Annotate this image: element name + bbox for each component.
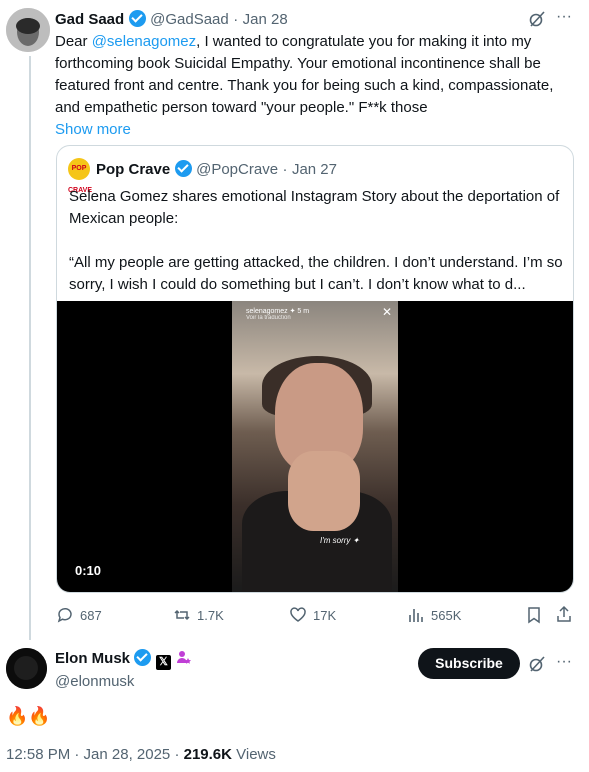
footer-views-label: Views [231,746,276,763]
quote-date[interactable]: Jan 27 [292,161,337,178]
reply-icon [57,607,72,623]
footer-views-count: 219.6K [183,746,232,763]
share-icon[interactable] [555,605,573,628]
tweet-footer: 12:58 PM · Jan 28, 2025 · 219.6K Views [6,746,276,763]
footer-time[interactable]: 12:58 PM · Jan 28, 2025 · [6,746,184,763]
views-icon [409,609,423,622]
story-frame: selenagomez ✦ 5 m Voir la traduction ✕ I… [232,301,398,592]
video-timestamp: 0:10 [75,563,102,578]
story-sub-text: Voir la traduction [246,315,291,321]
author-handle[interactable]: @GadSaad [150,11,229,28]
like-icon [290,607,306,622]
more-icon[interactable]: ··· [556,653,572,671]
tweet-header: Gad Saad @GadSaad · Jan 28 [55,10,288,29]
repost-count: 1.7K [197,607,224,623]
verified-badge-icon [174,160,192,177]
gadsaad-avatar[interactable] [6,8,50,52]
hands-shape [288,451,360,531]
bookmark-icon[interactable] [526,606,542,629]
quote-text: Selena Gomez shares emotional Instagram … [69,186,564,296]
government-badge-icon [175,649,192,670]
elonmusk-avatar[interactable] [6,648,47,689]
reply-button[interactable]: 687 [56,606,102,624]
quote-header: Pop Crave @PopCrave · Jan 27 [96,160,337,179]
reply-handle[interactable]: @elonmusk [55,673,191,690]
story-user-text: selenagomez ✦ 5 m [246,308,310,315]
tweet-date[interactable]: Jan 28 [243,11,288,28]
separator: · [233,11,239,28]
popcrave-avatar[interactable]: POP CRAVE [68,158,92,194]
video-player[interactable]: selenagomez ✦ 5 m Voir la traduction ✕ I… [57,301,573,592]
reply-count: 687 [80,607,102,623]
views-button[interactable]: 565K [407,606,461,624]
author-name[interactable]: Gad Saad [55,11,124,28]
story-username: selenagomez ✦ 5 m Voir la traduction [246,307,309,321]
verified-badge-icon [128,10,146,27]
like-button[interactable]: 17K [289,606,336,624]
reply-text: 🔥🔥 [6,706,51,726]
grok-icon[interactable] [528,655,546,678]
grok-icon[interactable] [528,10,546,33]
quoted-tweet[interactable]: POP CRAVE Pop Crave @PopCrave · Jan 27 S… [56,145,574,593]
separator: · [282,161,288,178]
reply-header: Elon Musk 𝕏 @elonmusk [55,649,192,690]
quote-handle[interactable]: @PopCrave [196,161,278,178]
thread-line [29,56,31,640]
story-caption: I'm sorry ✦ [320,536,360,545]
repost-icon [174,609,190,621]
repost-button[interactable]: 1.7K [173,606,224,624]
quote-paragraph-2: “All my people are getting attacked, the… [69,254,563,293]
like-count: 17K [313,607,337,623]
view-count: 565K [431,607,462,623]
quote-paragraph-1: Selena Gomez shares emotional Instagram … [69,188,560,227]
reply-author-name[interactable]: Elon Musk [55,650,130,667]
tweet-text-prefix: Dear [55,33,92,50]
x-affiliate-icon[interactable]: 𝕏 [155,655,171,670]
more-icon[interactable]: ··· [556,8,572,26]
show-more-link[interactable]: Show more [55,121,131,138]
verified-badge-icon [134,649,152,666]
subscribe-button[interactable]: Subscribe [418,648,520,679]
close-icon: ✕ [381,305,392,319]
quote-author-name[interactable]: Pop Crave [96,161,170,178]
tweet-text: Dear @selenagomez, I wanted to congratul… [55,31,580,141]
mention-link[interactable]: @selenagomez [92,33,196,50]
